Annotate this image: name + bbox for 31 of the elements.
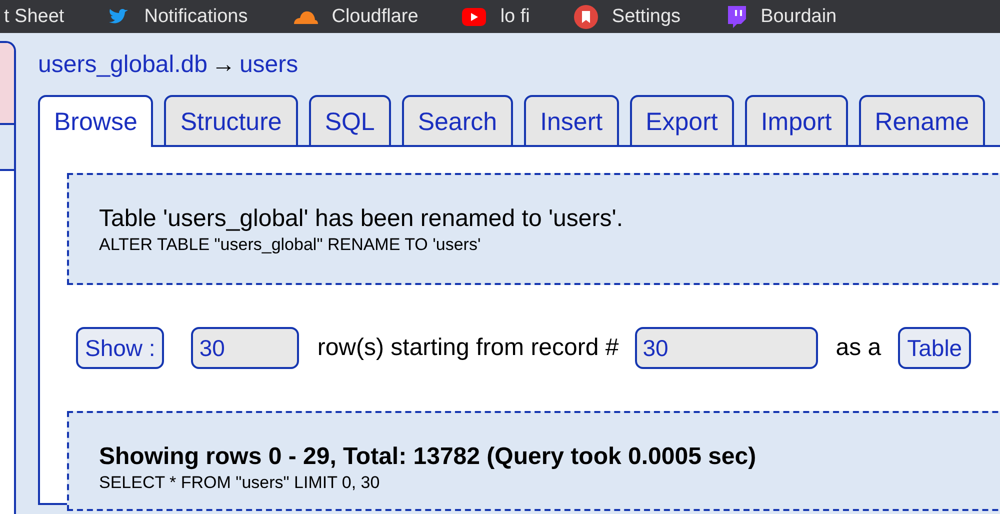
breadcrumb-arrow: →	[211, 51, 236, 78]
bird-icon	[108, 8, 130, 26]
tab[interactable]: Export	[630, 95, 734, 145]
bookmark-link[interactable]: Bourdain	[760, 6, 837, 28]
tab[interactable]: SQL	[308, 95, 391, 145]
as-label: as a	[836, 334, 882, 362]
rows-label: row(s) starting from record #	[317, 334, 619, 362]
table-link[interactable]: users	[239, 51, 298, 78]
tab[interactable]: Insert	[524, 95, 619, 145]
bookmark-link[interactable]: Notifications	[144, 6, 248, 28]
bookmark-link[interactable]: lo fi	[500, 6, 530, 28]
tab[interactable]: Structure	[164, 95, 298, 145]
show-button[interactable]: Show :	[76, 327, 164, 369]
start-field[interactable]: 30	[634, 327, 818, 369]
bookmark-link[interactable]: Settings	[612, 6, 681, 28]
query-text: ALTER TABLE "users_global" RENAME TO 'users'	[99, 235, 482, 255]
bookmark-link[interactable]: t Sheet	[4, 6, 64, 28]
query-text: SELECT * FROM "users" LIMIT 0, 30	[99, 473, 381, 493]
video-icon	[462, 8, 486, 26]
cloud-icon	[292, 8, 318, 24]
database-link[interactable]: users_global.db	[38, 51, 208, 78]
result-summary: Showing rows 0 - 29, Total: 13782 (Query took 0.0005 sec)	[99, 443, 758, 471]
tab[interactable]: Rename	[858, 95, 986, 145]
mode-button[interactable]: Table	[898, 327, 972, 369]
badge-icon	[574, 4, 598, 28]
tab[interactable]: Import	[744, 95, 848, 145]
rows-field[interactable]: 30	[191, 327, 300, 369]
message-text: Table 'users_global' has been renamed to 'users'.	[99, 205, 624, 233]
tab[interactable]: Search	[402, 95, 514, 145]
bookmark-link[interactable]: Cloudflare	[332, 6, 418, 28]
tab[interactable]: Browse	[38, 95, 154, 147]
